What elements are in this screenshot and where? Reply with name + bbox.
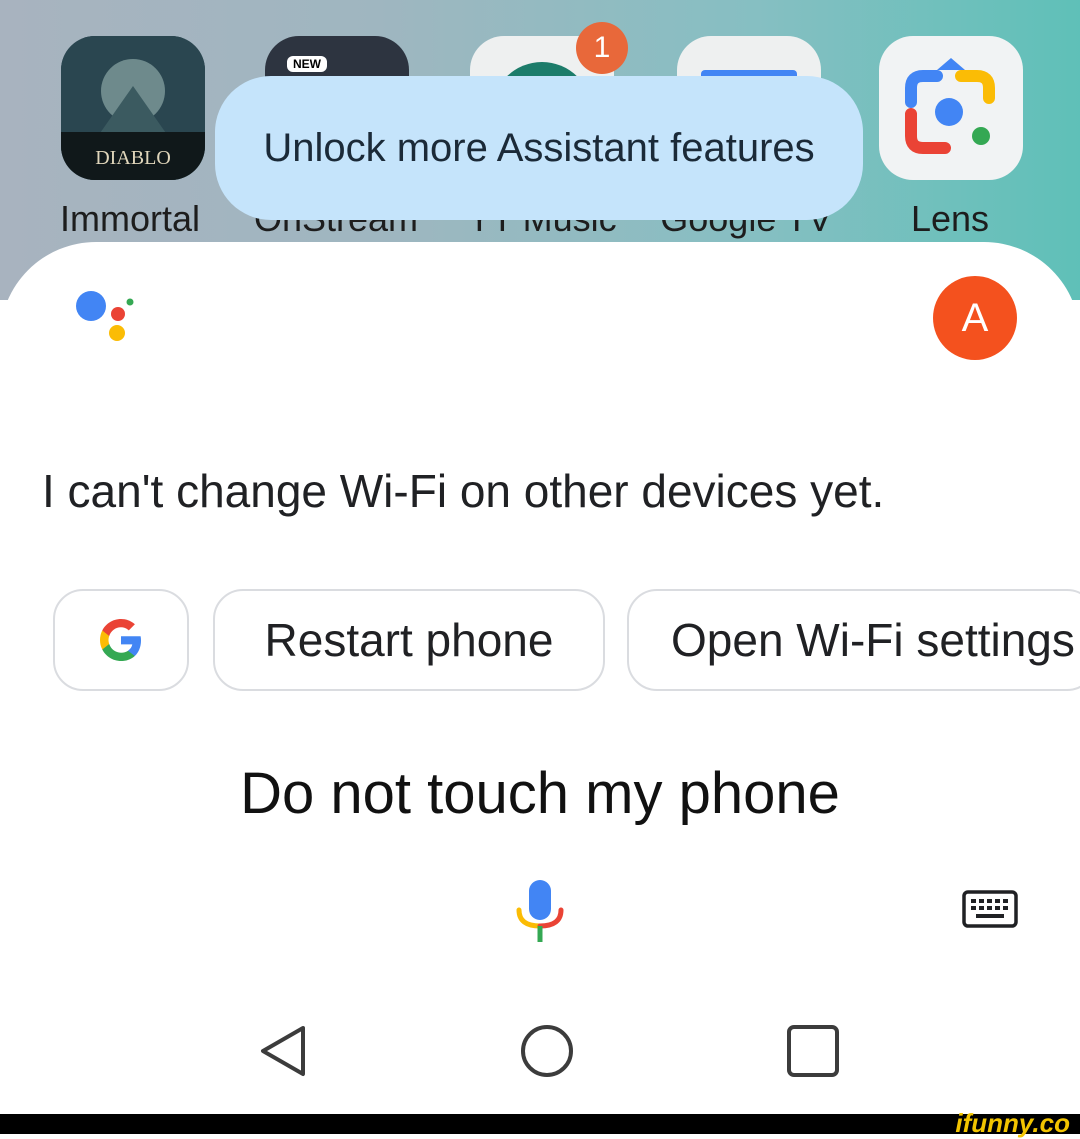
notification-badge: 1 bbox=[576, 22, 628, 74]
app-label-lens: Lens bbox=[910, 198, 990, 239]
svg-text:DIABLO: DIABLO bbox=[95, 147, 171, 169]
user-query: Do not touch my phone bbox=[240, 761, 840, 826]
google-search-chip[interactable] bbox=[53, 589, 189, 691]
home-icon[interactable] bbox=[519, 1023, 575, 1079]
diablo-icon: DIABLO bbox=[61, 36, 205, 180]
microphone-icon[interactable] bbox=[514, 878, 566, 944]
keyboard-icon[interactable] bbox=[962, 890, 1018, 928]
watermark: ifunny.co bbox=[955, 1108, 1070, 1138]
app-icon-lens[interactable] bbox=[879, 36, 1023, 180]
restart-phone-chip[interactable]: Restart phone bbox=[213, 589, 605, 691]
bottom-strip bbox=[0, 1114, 1080, 1134]
assistant-toast[interactable]: Unlock more Assistant features bbox=[215, 76, 863, 220]
recents-icon[interactable] bbox=[786, 1024, 840, 1078]
google-g-icon bbox=[100, 619, 141, 661]
app-icon-diablo-immortal[interactable]: DIABLO bbox=[61, 36, 205, 180]
open-wifi-settings-chip[interactable]: Open Wi-Fi settings bbox=[627, 589, 1080, 691]
lens-icon bbox=[905, 58, 995, 154]
assistant-response: I can't change Wi-Fi on other devices ye… bbox=[42, 465, 885, 517]
back-icon[interactable] bbox=[255, 1022, 311, 1080]
account-avatar[interactable]: A bbox=[933, 276, 1017, 360]
assistant-logo-icon bbox=[76, 291, 134, 341]
new-badge: NEW bbox=[287, 56, 327, 72]
app-label-immortal: Immortal bbox=[59, 198, 200, 239]
